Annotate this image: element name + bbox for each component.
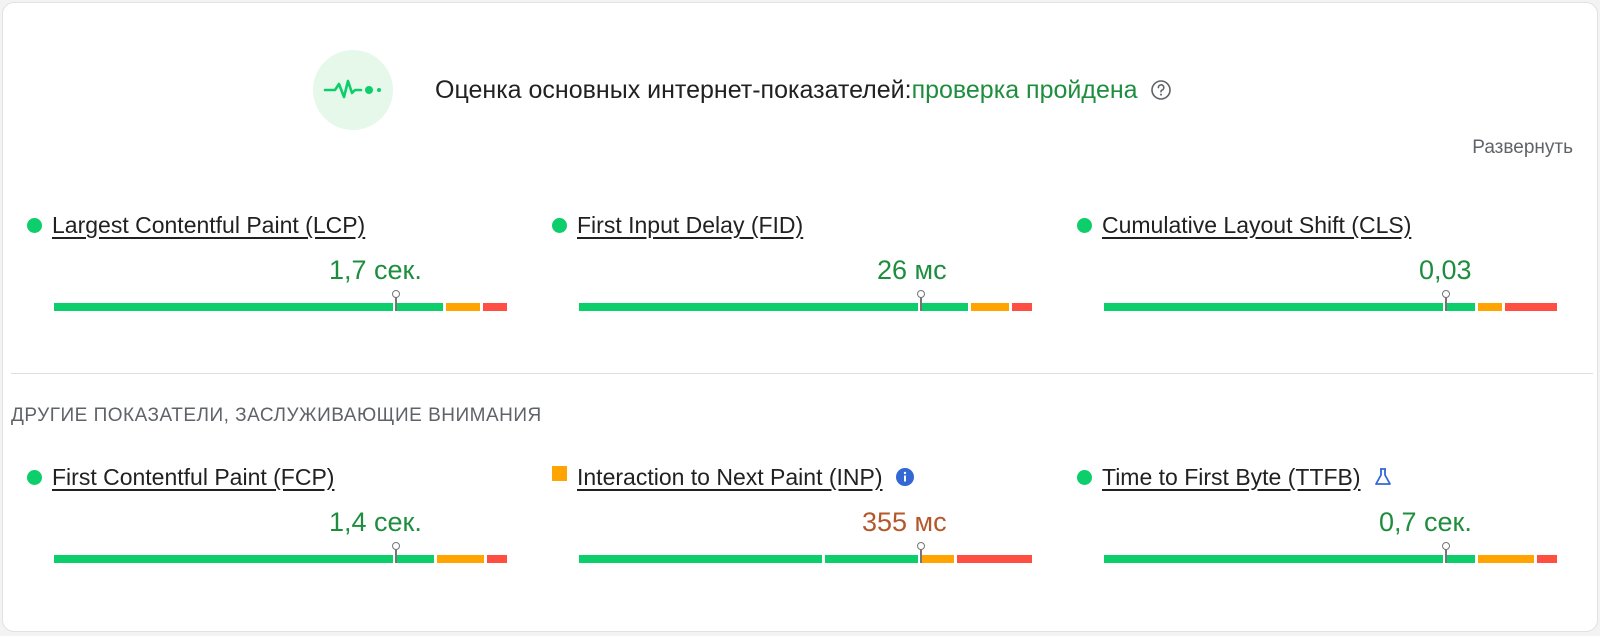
metric-value: 0,03	[1419, 255, 1472, 285]
assessment-header: Оценка основных интернет-показателей: про…	[313, 49, 1172, 131]
metric-header: First Input Delay (FID)	[552, 209, 1018, 241]
bar-segment-good	[396, 555, 435, 563]
good-dot-icon	[27, 217, 42, 233]
bar-segment-good	[396, 303, 444, 311]
assessment-status: проверка пройдена	[911, 75, 1138, 104]
bar-segment-needs-improvement	[971, 303, 1010, 311]
pulse-badge	[313, 50, 393, 130]
metric-core_metrics-1: First Input Delay (FID) 26 мс	[552, 209, 1032, 319]
distribution-bar	[579, 290, 1045, 311]
assessment-title: Оценка основных интернет-показателей:	[435, 75, 912, 104]
expand-link[interactable]: Развернуть	[1472, 137, 1573, 159]
metric-value: 1,4 сек.	[329, 507, 422, 537]
metric-name-link[interactable]: Cumulative Layout Shift (CLS)	[1102, 212, 1411, 239]
pulse-icon	[323, 79, 381, 99]
metric-other_metrics-1: Interaction to Next Paint (INP) 355 мс	[552, 461, 1032, 571]
good-dot-icon	[1077, 217, 1092, 233]
metric-value: 26 мс	[877, 255, 947, 285]
bar-segment-needs-improvement	[1477, 303, 1503, 311]
metric-core_metrics-0: Largest Contentful Paint (LCP) 1,7 сек.	[27, 209, 507, 319]
bar-segment-good	[1104, 555, 1443, 563]
bar-segment-poor	[957, 555, 1032, 563]
section-divider	[11, 373, 1593, 374]
bar-segment-needs-improvement	[446, 303, 480, 311]
bar-segment-good	[1104, 303, 1443, 311]
bar-segment-needs-improvement	[437, 555, 485, 563]
distribution-bar	[1104, 290, 1570, 311]
bar-segment-poor	[1012, 303, 1032, 311]
metric-value: 0,7 сек.	[1379, 507, 1472, 537]
bar-segment-needs-improvement	[921, 555, 955, 563]
bar-segment-good	[579, 555, 823, 563]
metric-header: Interaction to Next Paint (INP)	[552, 461, 1018, 493]
bar-segment-poor	[1505, 303, 1557, 311]
field-data-card: Оценка основных интернет-показателей: про…	[2, 2, 1598, 632]
bar-segment-good	[54, 303, 393, 311]
metric-name-link[interactable]: First Contentful Paint (FCP)	[52, 464, 334, 491]
help-circle-icon[interactable]	[1150, 79, 1172, 101]
metric-header: Time to First Byte (TTFB)	[1077, 461, 1543, 493]
metric-value: 355 мс	[862, 507, 947, 537]
metric-header: First Contentful Paint (FCP)	[27, 461, 493, 493]
p75-marker	[916, 290, 926, 311]
p75-marker	[391, 542, 401, 563]
metric-name-link[interactable]: Interaction to Next Paint (INP)	[577, 464, 883, 491]
metric-name-link[interactable]: Time to First Byte (TTFB)	[1102, 464, 1361, 491]
metric-other_metrics-2: Time to First Byte (TTFB) 0,7 сек.	[1077, 461, 1557, 571]
other-metrics-heading: ДРУГИЕ ПОКАЗАТЕЛИ, ЗАСЛУЖИВАЮЩИЕ ВНИМАНИ…	[11, 405, 542, 426]
metric-header: Largest Contentful Paint (LCP)	[27, 209, 493, 241]
bar-segment-good	[579, 303, 918, 311]
distribution-bar	[54, 290, 520, 311]
metric-header: Cumulative Layout Shift (CLS)	[1077, 209, 1543, 241]
distribution-bar	[1104, 542, 1570, 563]
bar-segment-poor	[1537, 555, 1557, 563]
info-icon[interactable]	[895, 467, 915, 487]
metric-other_metrics-0: First Contentful Paint (FCP) 1,4 сек.	[27, 461, 507, 571]
good-dot-icon	[27, 469, 42, 485]
p75-marker	[1441, 290, 1451, 311]
p75-marker	[1441, 542, 1451, 563]
bar-segment-poor	[487, 555, 507, 563]
p75-marker	[391, 290, 401, 311]
metric-name-link[interactable]: Largest Contentful Paint (LCP)	[52, 212, 365, 239]
bar-segment-good	[825, 555, 918, 563]
distribution-bar	[579, 542, 1045, 563]
bar-segment-good	[921, 303, 969, 311]
p75-marker	[916, 542, 926, 563]
experimental-flask-icon[interactable]	[1373, 467, 1393, 487]
good-dot-icon	[552, 217, 567, 233]
good-dot-icon	[1077, 469, 1092, 485]
distribution-bar	[54, 542, 520, 563]
average-square-icon	[552, 465, 567, 481]
metric-value: 1,7 сек.	[329, 255, 422, 285]
bar-segment-needs-improvement	[1477, 555, 1535, 563]
metric-core_metrics-2: Cumulative Layout Shift (CLS) 0,03	[1077, 209, 1557, 319]
bar-segment-good	[54, 555, 393, 563]
bar-segment-poor	[482, 303, 507, 311]
metric-name-link[interactable]: First Input Delay (FID)	[577, 212, 803, 239]
